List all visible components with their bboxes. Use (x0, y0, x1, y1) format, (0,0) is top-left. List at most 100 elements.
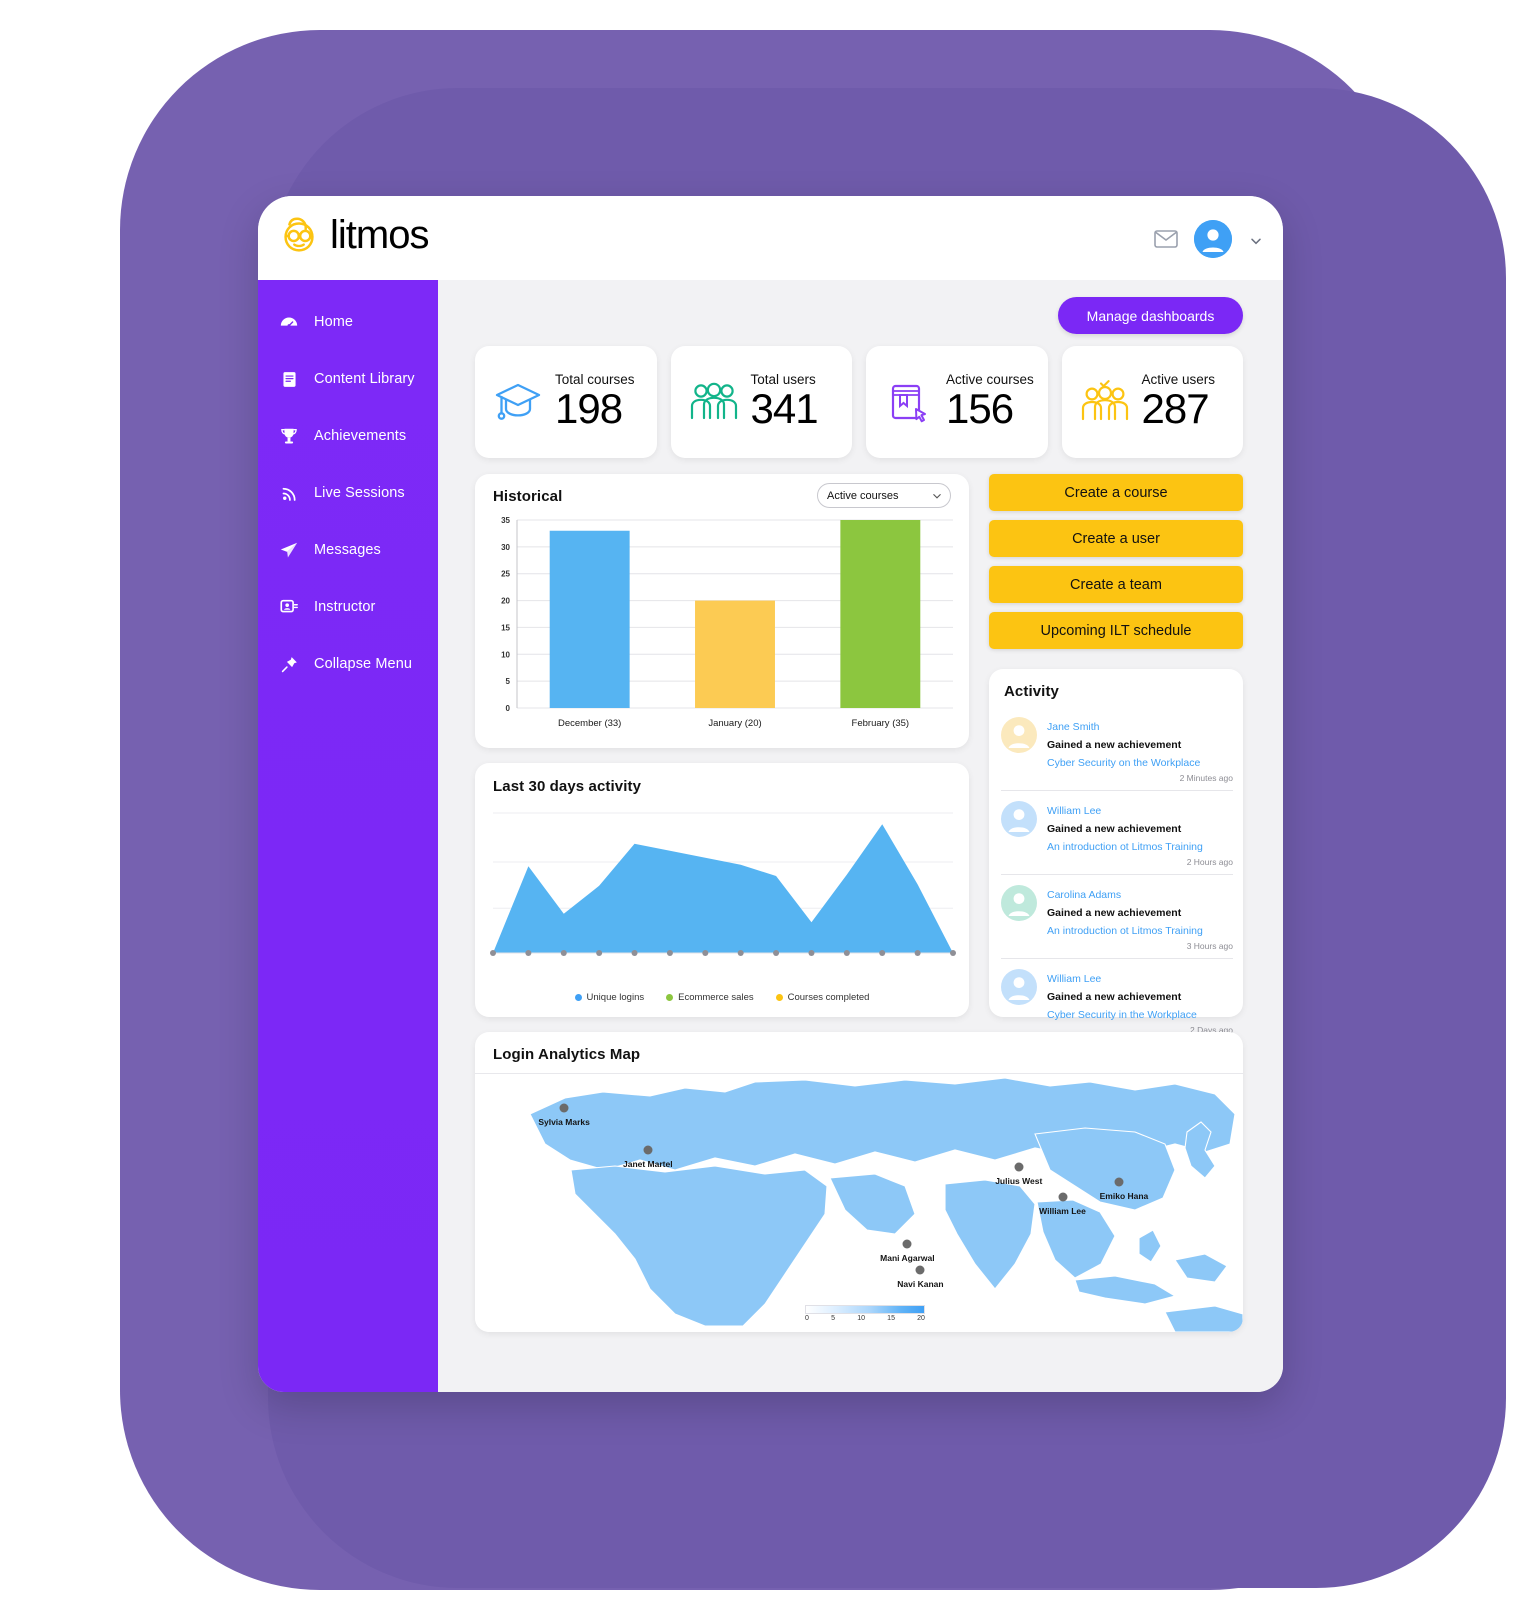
map-body[interactable]: Sylvia Marks Janet Martel Julius West Em… (475, 1074, 1243, 1332)
pin-icon (278, 653, 300, 675)
sidebar-item-live-sessions[interactable]: Live Sessions (258, 475, 438, 511)
map-pin-label: Sylvia Marks (538, 1116, 590, 1127)
x-axis-tick-label: December (33) (558, 718, 621, 729)
instructor-icon (278, 596, 300, 618)
x-axis-point (560, 950, 567, 956)
x-axis-point (490, 950, 496, 956)
kpi-card-total-courses[interactable]: Total courses 198 (475, 346, 657, 458)
login-analytics-map-card: Login Analytics Map Sylvia Marks Janet M… (475, 1032, 1243, 1332)
sidebar-item-messages[interactable]: Messages (258, 532, 438, 568)
map-pin[interactable] (1114, 1177, 1124, 1187)
sidebar: Home Content Library Achievements Live S… (258, 280, 438, 1392)
x-axis-tick-label: January (20) (708, 718, 761, 729)
activity-course[interactable]: Cyber Security on the Workplace (1047, 757, 1200, 769)
svg-text:15: 15 (501, 623, 510, 632)
activity-user-name[interactable]: William Lee (1047, 973, 1101, 985)
activity-course[interactable]: An introduction ot Litmos Training (1047, 925, 1203, 937)
svg-text:0: 0 (506, 704, 511, 713)
map-title: Login Analytics Map (493, 1046, 641, 1063)
create-a-team-button[interactable]: Create a team (989, 566, 1243, 603)
mail-icon[interactable] (1154, 230, 1178, 248)
map-pin-label: Emiko Hana (1099, 1191, 1149, 1202)
bar[interactable] (840, 520, 921, 708)
bar[interactable] (695, 600, 775, 708)
map-pin[interactable] (1058, 1192, 1068, 1202)
litmos-mascot-icon (276, 212, 322, 258)
x-axis-point (879, 950, 886, 956)
activity-title: Activity (1004, 683, 1059, 700)
sidebar-item-achievements[interactable]: Achievements (258, 418, 438, 454)
map-pin[interactable] (1014, 1162, 1024, 1172)
map-legend-tick: 15 (887, 1315, 895, 1322)
kpi-card-active-courses[interactable]: Active courses 156 (866, 346, 1048, 458)
avatar[interactable] (1194, 220, 1232, 258)
historical-metric-select[interactable]: Active courses (817, 483, 951, 508)
create-a-course-button[interactable]: Create a course (989, 474, 1243, 511)
svg-text:25: 25 (501, 570, 510, 579)
map-legend-ticks: 0 5 10 15 20 (805, 1315, 925, 1322)
chevron-down-icon[interactable] (1250, 234, 1261, 245)
x-axis-point (702, 950, 709, 956)
x-axis-point (808, 950, 815, 956)
logo[interactable]: litmos (276, 212, 429, 258)
area-series (493, 824, 953, 953)
activity-item[interactable]: William Lee Gained a new achievement An in… (1001, 791, 1233, 875)
users-icon (685, 373, 743, 431)
map-pin[interactable] (559, 1103, 569, 1113)
legend-label: Unique logins (586, 992, 645, 1003)
manage-dashboards-button[interactable]: Manage dashboards (1058, 297, 1243, 334)
activity-item[interactable]: Carolina Adams Gained a new achievement An… (1001, 875, 1233, 959)
bar[interactable] (549, 530, 630, 708)
map-legend-tick: 10 (857, 1315, 865, 1322)
activity-user-name[interactable]: Jane Smith (1047, 721, 1100, 733)
legend-label: Ecommerce sales (678, 992, 754, 1003)
activity-course[interactable]: Cyber Security in the Workplace (1047, 1009, 1197, 1021)
sidebar-item-home[interactable]: Home (258, 304, 438, 340)
chevron-down-icon (932, 491, 941, 500)
sidebar-item-collapse-menu[interactable]: Collapse Menu (258, 646, 438, 682)
activity-user-name[interactable]: Carolina Adams (1047, 889, 1121, 901)
x-axis-point (525, 950, 532, 956)
activity-item[interactable]: Jane Smith Gained a new achievement Cyber … (1001, 707, 1233, 791)
x-axis-point (914, 950, 921, 956)
activity-card: Activity Jane Smith Gained a new achievem… (989, 669, 1243, 1035)
activity-item[interactable]: William Lee Gained a new achievement Cyber… (1001, 959, 1233, 1042)
activity-action: Gained a new achievement (1047, 991, 1182, 1003)
activity-action: Gained a new achievement (1047, 739, 1182, 751)
create-a-user-button[interactable]: Create a user (989, 520, 1243, 557)
activity-list: Jane Smith Gained a new achievement Cyber … (1001, 707, 1233, 1042)
map-pin[interactable] (643, 1145, 653, 1155)
app-window: litmos Home Content Library Achievements… (258, 196, 1283, 1392)
avatar (1001, 969, 1037, 1005)
logo-text: litmos (330, 213, 429, 257)
legend-entry-courses-completed[interactable]: Courses completed (775, 992, 869, 1003)
legend-entry-ecommerce-sales[interactable]: Ecommerce sales (666, 992, 754, 1003)
kpi-card-total-users[interactable]: Total users 341 (670, 346, 852, 458)
x-axis-point (773, 950, 780, 956)
sidebar-item-content-library[interactable]: Content Library (258, 361, 438, 397)
avatar (1001, 885, 1037, 921)
users-check-icon (1076, 373, 1134, 431)
legend-color-swatch (666, 994, 674, 1001)
x-axis-tick-label: February (35) (852, 718, 910, 729)
sidebar-item-instructor[interactable]: Instructor (258, 589, 438, 625)
world-map-graphic (475, 1074, 1243, 1332)
map-color-gradient (805, 1305, 925, 1314)
map-pin-label: Julius West (995, 1175, 1043, 1186)
last-30-days-legend: Unique logins Ecommerce sales Courses co… (475, 992, 969, 1003)
activity-timestamp: 2 Minutes ago (1179, 773, 1233, 783)
last-30-days-plot (490, 812, 956, 956)
activity-user-name[interactable]: William Lee (1047, 805, 1101, 817)
map-color-legend: 0 5 10 15 20 (805, 1305, 925, 1322)
kpi-card-active-users[interactable]: Active users 287 (1061, 346, 1243, 458)
map-pin-label: Mani Agarwal (880, 1253, 935, 1264)
map-pin[interactable] (902, 1239, 912, 1249)
upcoming-ilt-schedule-button[interactable]: Upcoming ILT schedule (989, 612, 1243, 649)
kpi-value: 287 (1141, 385, 1210, 433)
legend-entry-unique-logins[interactable]: Unique logins (574, 992, 645, 1003)
activity-course[interactable]: An introduction ot Litmos Training (1047, 841, 1203, 853)
svg-text:35: 35 (501, 516, 510, 525)
map-pin[interactable] (915, 1265, 925, 1275)
book-cursor-icon (880, 373, 938, 431)
x-axis-point (596, 950, 603, 956)
